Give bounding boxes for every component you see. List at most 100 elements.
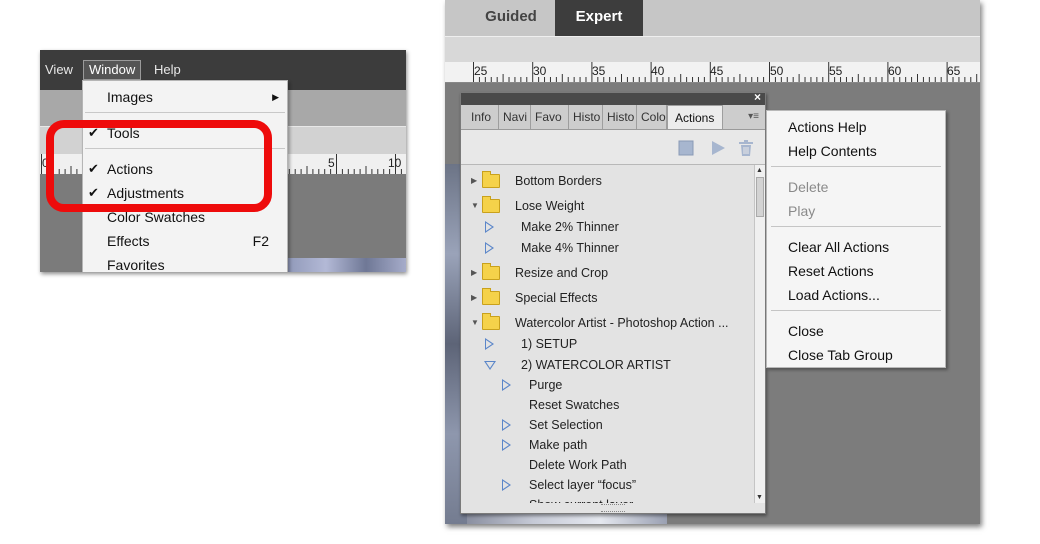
mode-bar: Guided Expert (445, 0, 980, 36)
menu-item-load-actions[interactable]: Load Actions... (788, 285, 880, 305)
scroll-up-icon[interactable]: ▲ (756, 167, 763, 174)
ruler-label: 40 (651, 64, 665, 78)
list-item-step[interactable]: Delete Work Path (461, 455, 754, 475)
menu-item-reset-actions[interactable]: Reset Actions (788, 261, 874, 281)
collapsed-arrow-icon: ▶ (471, 176, 478, 185)
resize-grip-icon[interactable] (601, 504, 625, 512)
tab-info[interactable]: Info (467, 105, 499, 129)
menu-item-close[interactable]: Close (788, 321, 824, 341)
list-item-step[interactable]: Purge (461, 375, 754, 395)
menu-item-images[interactable]: Images ▶ (83, 85, 287, 109)
ruler-label: 35 (592, 64, 606, 78)
menu-item-play: Play (788, 203, 816, 219)
ruler-label: 60 (888, 64, 902, 78)
play-icon[interactable] (710, 140, 726, 156)
list-item-label: Set Selection (529, 418, 603, 432)
expand-triangle-icon[interactable] (502, 379, 511, 391)
list-item-folder[interactable]: ▼ Lose Weight (461, 196, 754, 216)
collapsed-arrow-icon: ▶ (471, 293, 478, 302)
menu-help[interactable]: Help (149, 60, 186, 80)
highlight-box (46, 120, 272, 212)
panel-title-bar[interactable]: × (461, 90, 765, 105)
tab-histogram[interactable]: Histo (569, 105, 603, 129)
photo-fragment (286, 258, 406, 272)
list-item-action[interactable]: Make 4% Thinner (461, 238, 754, 258)
list-item-folder[interactable]: ▼ Watercolor Artist - Photoshop Action .… (461, 313, 754, 333)
tab-guided-label: Guided (485, 8, 537, 25)
expand-triangle-icon[interactable] (485, 242, 494, 254)
close-icon[interactable]: × (754, 90, 761, 104)
list-item-folder[interactable]: ▶ Resize and Crop (461, 263, 754, 283)
tab-guided[interactable]: Guided (467, 0, 555, 36)
ruler-label: 10 (388, 156, 402, 170)
menu-view[interactable]: View (40, 60, 78, 80)
actions-panel: × Info Navi Favo Histo Histo Colo Action… (460, 90, 766, 514)
collapse-triangle-icon[interactable] (484, 361, 496, 370)
menu-window[interactable]: Window (83, 60, 142, 80)
menu-item-label: Images (107, 89, 153, 105)
panel-menu-icon[interactable]: ▾≡ (748, 111, 759, 122)
list-item-action[interactable]: 1) SETUP (461, 334, 754, 354)
list-item-step[interactable]: Reset Swatches (461, 395, 754, 415)
list-item-step[interactable]: Make path (461, 435, 754, 455)
ruler-label: 30 (533, 64, 547, 78)
menu-separator (771, 310, 941, 311)
tab-navigator[interactable]: Navi (499, 105, 531, 129)
list-item-label: 1) SETUP (521, 337, 578, 351)
expand-triangle-icon[interactable] (485, 221, 494, 233)
menu-item-close-tab-group[interactable]: Close Tab Group (788, 345, 893, 365)
list-item-label: Bottom Borders (515, 174, 602, 188)
list-item-label: Reset Swatches (529, 398, 620, 412)
tab-expert-label: Expert (575, 8, 623, 25)
menu-item-delete: Delete (788, 179, 829, 195)
tab-actions[interactable]: Actions (667, 105, 723, 129)
ruler-label: 45 (710, 64, 724, 78)
menu-item-label: Favorites (107, 257, 165, 272)
tab-history[interactable]: Histo (603, 105, 637, 129)
scroll-down-icon[interactable]: ▼ (756, 494, 763, 501)
ruler-label: 25 (474, 64, 488, 78)
expanded-arrow-icon: ▼ (471, 201, 479, 210)
tab-expert[interactable]: Expert (555, 0, 643, 36)
list-item-step[interactable]: Select layer “focus” (461, 475, 754, 495)
stop-icon[interactable] (678, 140, 694, 156)
list-item-label: Select layer “focus” (529, 478, 636, 492)
list-item-step[interactable]: Set Selection (461, 415, 754, 435)
list-item-folder[interactable]: ▶ Special Effects (461, 288, 754, 308)
ruler-label: 50 (770, 64, 784, 78)
list-item-label: Delete Work Path (529, 458, 627, 472)
list-item-action[interactable]: Make 2% Thinner (461, 217, 754, 237)
panel-tab-bar: Info Navi Favo Histo Histo Colo Actions (461, 105, 765, 130)
expand-triangle-icon[interactable] (485, 338, 494, 350)
tab-favorites[interactable]: Favo (531, 105, 569, 129)
folder-icon (482, 263, 500, 280)
folder-icon (482, 171, 500, 188)
list-item-label: Watercolor Artist - Photoshop Action ... (515, 316, 729, 330)
folder-icon (482, 288, 500, 305)
expand-triangle-icon[interactable] (502, 439, 511, 451)
list-item-label: Make path (529, 438, 588, 452)
menu-item-effects[interactable]: Effects F2 (83, 229, 287, 253)
menu-item-clear-all-actions[interactable]: Clear All Actions (788, 237, 889, 257)
menu-item-help-contents[interactable]: Help Contents (788, 141, 877, 161)
menu-item-favorites[interactable]: Favorites (83, 253, 287, 272)
scrollbar-thumb[interactable] (756, 177, 764, 217)
panel-flyout-menu: Actions Help Help Contents Delete Play C… (766, 110, 946, 368)
collapsed-arrow-icon: ▶ (471, 268, 478, 277)
list-item-label: Resize and Crop (515, 266, 609, 280)
list-item-label: 2) WATERCOLOR ARTIST (521, 358, 671, 372)
list-item-action[interactable]: 2) WATERCOLOR ARTIST (461, 355, 754, 375)
expand-triangle-icon[interactable] (502, 479, 511, 491)
tab-color[interactable]: Colo (637, 105, 667, 129)
list-item-step[interactable]: Show current layer (461, 495, 754, 503)
menu-item-actions-help[interactable]: Actions Help (788, 117, 867, 137)
expand-triangle-icon[interactable] (502, 419, 511, 431)
ruler-label: 65 (947, 64, 961, 78)
actions-list: ▶ Bottom Borders ▼ Lose Weight Make 2% T… (461, 165, 754, 503)
scrollbar[interactable]: ▲ ▼ (754, 165, 765, 503)
folder-icon (482, 196, 500, 213)
menu-separator (771, 166, 941, 167)
list-item-label: Make 2% Thinner (521, 220, 619, 234)
trash-icon[interactable] (738, 140, 754, 157)
list-item-folder[interactable]: ▶ Bottom Borders (461, 171, 754, 191)
